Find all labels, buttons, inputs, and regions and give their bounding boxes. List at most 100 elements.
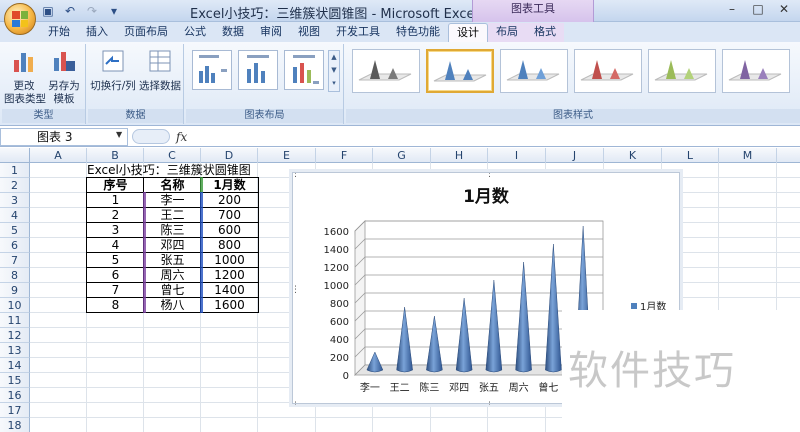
tab-page-layout[interactable]: 页面布局 (116, 23, 176, 42)
row-header-13[interactable]: 13 (0, 343, 30, 358)
select-data-button[interactable]: 选择数据 (138, 48, 182, 93)
sheet-title-cell[interactable]: Excel小技巧：三维簇状圆锥图 (87, 163, 262, 178)
chart-style-option-2[interactable] (426, 49, 494, 93)
chart-style-option-1[interactable] (352, 49, 420, 93)
column-header-f[interactable]: F (316, 148, 373, 163)
x-tick-label: 曾七 (538, 381, 558, 394)
column-header-b[interactable]: B (87, 148, 144, 163)
layout-option-2[interactable] (238, 50, 278, 90)
tab-developer[interactable]: 开发工具 (328, 23, 388, 42)
y-tick-label: 1000 (324, 281, 349, 292)
row-header-14[interactable]: 14 (0, 358, 30, 373)
resize-handle: ⋮ (679, 173, 681, 179)
row-header-7[interactable]: 7 (0, 253, 30, 268)
formula-resize-handle[interactable] (132, 129, 170, 144)
office-logo-icon (12, 11, 28, 27)
chart-styles-group-label: 图表样式 (346, 109, 800, 123)
table-row-divider (87, 207, 258, 208)
row-header-4[interactable]: 4 (0, 208, 30, 223)
chart-style-6-icon (728, 60, 782, 81)
row-header-10[interactable]: 10 (0, 298, 30, 313)
column-header-l[interactable]: L (662, 148, 719, 163)
layout-option-1[interactable] (192, 50, 232, 90)
row-header-11[interactable]: 11 (0, 313, 30, 328)
ribbon: 更改 图表类型 另存为 模板 类型 切换行/列 选择数据 数据 ▲ ▼ ▾ 图表… (0, 42, 800, 126)
tab-view[interactable]: 视图 (290, 23, 328, 42)
chart-layout-group-label: 图表布局 (186, 109, 343, 123)
column-header-j[interactable]: J (546, 148, 604, 163)
row-header-1[interactable]: 1 (0, 163, 30, 178)
layout-gallery-scroll[interactable]: ▲ ▼ ▾ (328, 50, 340, 92)
column-header-a[interactable]: A (30, 148, 87, 163)
save-as-template-button[interactable]: 另存为 模板 (44, 48, 84, 106)
x-tick-label: 陈三 (419, 381, 439, 394)
select-all-corner[interactable] (0, 148, 30, 163)
row-header-8[interactable]: 8 (0, 268, 30, 283)
y-tick-label: 600 (330, 317, 349, 328)
x-tick-label: 李一 (360, 381, 380, 394)
change-chart-type-button[interactable]: 更改 图表类型 (4, 48, 46, 106)
chart-style-1-icon (358, 60, 412, 81)
switch-row-column-label: 切换行/列 (90, 80, 136, 92)
tab-special-features[interactable]: 特色功能 (388, 23, 448, 42)
chart-style-2-icon (433, 61, 487, 82)
undo-icon[interactable]: ↶ (62, 3, 78, 19)
column-header-e[interactable]: E (258, 148, 316, 163)
row-header-9[interactable]: 9 (0, 283, 30, 298)
chart-style-option-6[interactable] (722, 49, 790, 93)
row-header-3[interactable]: 3 (0, 193, 30, 208)
formula-controls: fx (132, 129, 187, 144)
chart-style-option-4[interactable] (574, 49, 642, 93)
maximize-icon[interactable]: □ (746, 2, 770, 19)
office-button[interactable] (4, 3, 36, 35)
row-header-15[interactable]: 15 (0, 373, 30, 388)
tab-formulas[interactable]: 公式 (176, 23, 214, 42)
column-header-h[interactable]: H (431, 148, 488, 163)
row-header-6[interactable]: 6 (0, 238, 30, 253)
chart-style-option-5[interactable] (648, 49, 716, 93)
row-header-5[interactable]: 5 (0, 223, 30, 238)
name-box[interactable]: 图表 3 (0, 128, 128, 146)
tab-design[interactable]: 设计 (448, 23, 488, 42)
save-icon[interactable]: ▣ (40, 3, 56, 19)
name-box-dropdown-icon[interactable]: ▼ (116, 130, 122, 139)
customize-qat-icon[interactable]: ▾ (106, 3, 122, 19)
switch-row-column-button[interactable]: 切换行/列 (90, 48, 136, 93)
column-header-d[interactable]: D (201, 148, 258, 163)
minimize-icon[interactable]: – (720, 2, 744, 19)
window-title: Excel小技巧：三维簇状圆锥图 - Microsoft Excel (190, 7, 479, 22)
column-header-c[interactable]: C (144, 148, 201, 163)
redo-icon[interactable]: ↷ (84, 3, 100, 19)
row-header-2[interactable]: 2 (0, 178, 30, 193)
column-header-m[interactable]: M (719, 148, 777, 163)
title-bar: ▣ ↶ ↷ ▾ Excel小技巧：三维簇状圆锥图 - Microsoft Exc… (0, 0, 800, 22)
tab-insert[interactable]: 插入 (78, 23, 116, 42)
quick-access-toolbar: ▣ ↶ ↷ ▾ (40, 3, 122, 19)
column-header-k[interactable]: K (604, 148, 662, 163)
layout-option-3[interactable] (284, 50, 324, 90)
tab-format[interactable]: 格式 (526, 23, 564, 42)
tab-data[interactable]: 数据 (214, 23, 252, 42)
column-header-i[interactable]: I (488, 148, 546, 163)
y-tick-label: 400 (330, 335, 349, 346)
close-icon[interactable]: ✕ (772, 2, 796, 19)
column-header-g[interactable]: G (373, 148, 431, 163)
layout-3-icon (293, 55, 319, 84)
resize-handle: ⋮ (485, 173, 494, 179)
row-header-17[interactable]: 17 (0, 403, 30, 418)
row-header-12[interactable]: 12 (0, 328, 30, 343)
tab-review[interactable]: 审阅 (252, 23, 290, 42)
y-tick-label: 1400 (324, 245, 349, 256)
watermark-text: 软件技巧 (568, 348, 736, 394)
row-header-16[interactable]: 16 (0, 388, 30, 403)
save-template-icon (54, 52, 75, 71)
insert-function-icon[interactable]: fx (176, 130, 187, 144)
chart-layout-group: ▲ ▼ ▾ 图表布局 (186, 44, 344, 124)
table-row-divider (87, 282, 258, 283)
table-row-divider (87, 222, 258, 223)
chart-style-option-3[interactable] (500, 49, 568, 93)
tab-chart-layout[interactable]: 布局 (488, 23, 526, 42)
formula-bar: 图表 3 ▼ fx (0, 127, 800, 147)
row-header-18[interactable]: 18 (0, 418, 30, 432)
tab-home[interactable]: 开始 (40, 23, 78, 42)
